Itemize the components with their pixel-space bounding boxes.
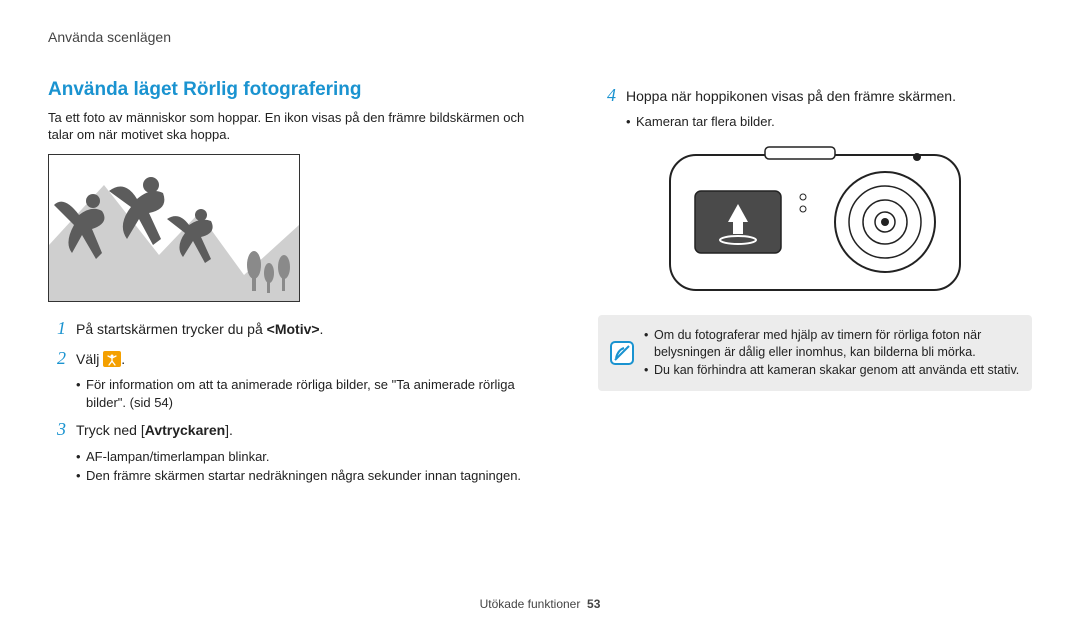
step-1-bold: <Motiv>	[267, 321, 320, 337]
step-2-pre: Välj	[76, 351, 103, 367]
list-item: Kameran tar flera bilder.	[626, 113, 1032, 131]
step-2-post: .	[121, 351, 125, 367]
step-text: På startskärmen trycker du på <Motiv>.	[76, 320, 528, 339]
two-column-layout: Använda läget Rörlig fotografering Ta et…	[48, 77, 1032, 489]
step-4: 4 Hoppa när hoppikonen visas på den främ…	[598, 83, 1032, 107]
step-4-bullets: Kameran tar flera bilder.	[626, 113, 1032, 131]
step-1-pre: På startskärmen trycker du på	[76, 321, 267, 337]
step-number: 4	[598, 83, 616, 107]
step-3-post: ].	[225, 422, 233, 438]
step-2: 2 Välj .	[48, 346, 528, 370]
left-column: Använda läget Rörlig fotografering Ta et…	[48, 77, 528, 489]
list-item: Om du fotograferar med hjälp av timern f…	[644, 327, 1020, 361]
step-3-bold: Avtryckaren	[145, 422, 225, 438]
page-footer: Utökade funktioner 53	[0, 596, 1080, 612]
step-text: Välj .	[76, 350, 528, 369]
jumping-people-illustration	[48, 154, 300, 302]
list-item: AF-lampan/timerlampan blinkar.	[76, 448, 528, 466]
step-number: 3	[48, 417, 66, 441]
list-item: Den främre skärmen startar nedräkningen …	[76, 467, 528, 485]
step-2-bullets: För information om att ta animerade rörl…	[76, 376, 528, 411]
note-list: Om du fotograferar med hjälp av timern f…	[644, 325, 1020, 382]
list-item: För information om att ta animerade rörl…	[76, 376, 528, 411]
step-number: 2	[48, 346, 66, 370]
step-number: 1	[48, 316, 66, 340]
note-icon-wrap	[610, 325, 634, 382]
note-box: Om du fotograferar med hjälp av timern f…	[598, 315, 1032, 392]
step-text: Tryck ned [Avtryckaren].	[76, 421, 528, 440]
footer-section: Utökade funktioner	[480, 597, 581, 611]
intro-text: Ta ett foto av människor som hoppar. En …	[48, 109, 528, 144]
step-3: 3 Tryck ned [Avtryckaren].	[48, 417, 528, 441]
step-1: 1 På startskärmen trycker du på <Motiv>.	[48, 316, 528, 340]
step-3-bullets: AF-lampan/timerlampan blinkar. Den främr…	[76, 448, 528, 485]
list-item: Du kan förhindra att kameran skakar geno…	[644, 362, 1020, 379]
step-text: Hoppa när hoppikonen visas på den främre…	[626, 87, 1032, 106]
section-title: Använda läget Rörlig fotografering	[48, 77, 528, 103]
step-1-post: .	[320, 321, 324, 337]
step-3-pre: Tryck ned [	[76, 422, 145, 438]
camera-illustration	[598, 137, 1032, 297]
manual-page: Använda scenlägen Använda läget Rörlig f…	[0, 0, 1080, 630]
right-column: 4 Hoppa när hoppikonen visas på den främ…	[598, 77, 1032, 489]
jump-mode-icon	[103, 351, 121, 367]
breadcrumb: Använda scenlägen	[48, 28, 1032, 47]
page-number: 53	[587, 597, 600, 611]
info-icon	[610, 341, 634, 365]
